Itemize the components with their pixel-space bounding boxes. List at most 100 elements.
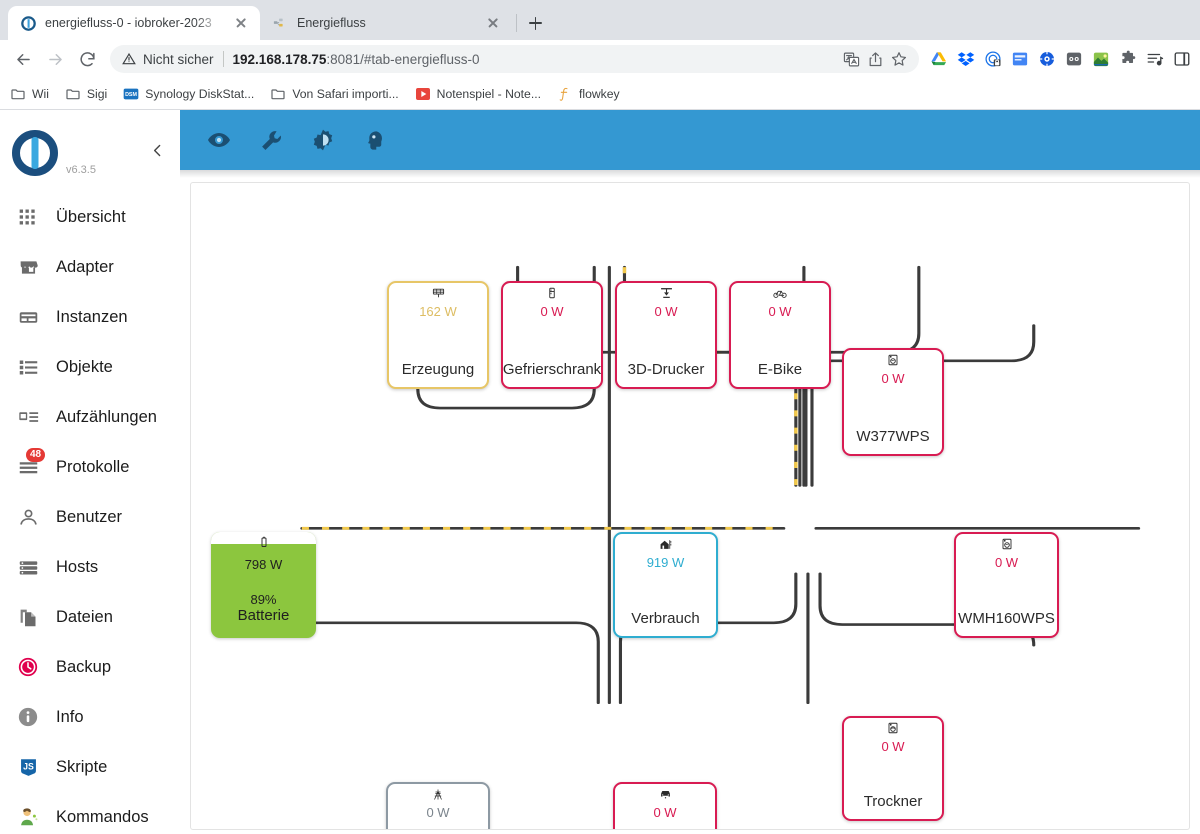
sidebar-item-uebersicht[interactable]: Übersicht [0,192,180,242]
bookmark-item[interactable]: flowkey [557,86,620,102]
dryer-icon [886,721,900,735]
flowkey-icon [557,86,573,102]
node-e-bike[interactable]: 0 W E-Bike [729,281,831,389]
fridge-icon [545,286,559,300]
main-content: .ln { fill:none; stroke:#3b3b3b; stroke-… [180,110,1200,834]
sidebar-item-adapter[interactable]: Adapter [0,242,180,292]
sidebar-brand: v6.3.5 [0,114,180,192]
new-tab-button[interactable] [521,9,549,37]
solar-panel-icon [431,286,445,300]
reload-icon[interactable] [72,44,102,74]
google-drive-icon[interactable] [929,49,949,69]
node-netz[interactable]: 0 W Netz [386,782,490,829]
energiefluss-toolbar [180,110,1200,170]
bookmark-label: Wii [32,86,49,101]
svg-text:JS: JS [23,761,34,771]
bitwarden-icon[interactable] [1037,49,1057,69]
sidebar-item-kommandos[interactable]: Kommandos [0,792,180,834]
close-icon[interactable] [484,14,502,32]
node-3d-drucker[interactable]: 0 W 3D-Drucker [615,281,717,389]
sidebar-item-label: Info [56,707,84,726]
page-body: v6.3.5 Übersicht Adapter Instanzen Objek… [0,110,1200,834]
chevron-left-icon[interactable] [149,142,166,164]
bookmark-label: Notenspiel - Note... [436,86,541,101]
list-icon [16,355,40,379]
contrast-icon[interactable] [310,127,336,153]
sidebar-item-backup[interactable]: Backup [0,642,180,692]
node-value: 162 W [419,304,457,319]
energyflow-canvas-wrap: .ln { fill:none; stroke:#3b3b3b; stroke-… [190,182,1190,830]
bookmark-star-icon[interactable] [889,49,909,69]
tab-title: Energiefluss [297,16,366,30]
node-verbrauch[interactable]: 919 W Verbrauch [613,532,718,638]
address-bar[interactable]: Nicht sicher 192.168.178.75:8081/#tab-en… [110,45,919,73]
back-icon[interactable] [8,44,38,74]
extensions-puzzle-icon[interactable] [1118,49,1138,69]
pylon-icon [431,787,445,801]
bookmark-item[interactable]: Sigi [65,86,107,102]
sidebar-item-label: Backup [56,657,112,676]
forward-icon[interactable] [40,44,70,74]
washer-icon [1000,537,1014,551]
url-path: :8081/#tab-energiefluss-0 [326,51,480,67]
bookmarks-bar: Wii Sigi DSM Synology DiskStat... Von Sa… [0,78,1200,110]
store-icon [16,255,40,279]
sidebar-item-info[interactable]: Info [0,692,180,742]
node-w377wps[interactable]: 0 W W377WPS [842,348,944,456]
node-gefrierschrank[interactable]: 0 W Gefrierschrank [501,281,603,389]
node-label-text: Batterie [237,607,290,624]
sidebar-item-hosts[interactable]: Hosts [0,542,180,592]
node-label: W377WPS [856,428,930,445]
node-value: 0 W [653,805,677,820]
goodreads-icon[interactable] [1064,49,1084,69]
extensions-toolbar [927,49,1192,69]
translate-icon[interactable] [841,49,861,69]
bookmark-item[interactable]: Notenspiel - Note... [415,86,541,102]
bookmark-item[interactable]: DSM Synology DiskStat... [123,86,254,102]
commands-icon [16,805,40,829]
dropbox-icon[interactable] [956,49,976,69]
node-batterie[interactable]: 798 W 89% Batterie [211,532,316,638]
folder-icon [10,86,26,102]
energyflow-canvas[interactable]: .ln { fill:none; stroke:#3b3b3b; stroke-… [190,182,1190,830]
node-label: Erzeugung [401,361,475,378]
url-host: 192.168.178.75 [232,51,327,67]
side-panel-icon[interactable] [1172,49,1192,69]
privacy-badger-icon[interactable] [983,49,1003,69]
share-icon[interactable] [865,49,885,69]
bookmark-item[interactable]: Von Safari importi... [270,86,399,102]
reading-list-icon[interactable] [1145,49,1165,69]
sidebar-item-objekte[interactable]: Objekte [0,342,180,392]
head-icon[interactable] [362,127,388,153]
browser-tab-inactive[interactable]: Energiefluss [260,6,512,40]
node-label: Verbrauch [631,610,700,627]
sidebar: v6.3.5 Übersicht Adapter Instanzen Objek… [0,110,180,834]
wrench-icon[interactable] [258,127,284,153]
instances-icon [16,305,40,329]
browser-window: energiefluss-0 - iobroker-2023 Energiefl… [0,0,1200,834]
iobroker-icon [20,15,36,31]
sidebar-item-protokolle[interactable]: 48 Protokolle [0,442,180,492]
node-wmh160wps[interactable]: 0 W WMH160WPS [954,532,1059,638]
eye-icon[interactable] [206,127,232,153]
node-trockner[interactable]: 0 W Trockner [842,716,944,821]
bookmark-item[interactable]: Wii [10,86,49,102]
node-erzeugung[interactable]: 162 W Erzeugung [387,281,489,389]
browser-tab-active[interactable]: energiefluss-0 - iobroker-2023 [8,6,260,40]
printer-3d-icon [659,286,673,300]
node-value: 798 W [244,557,283,572]
sidebar-item-aufzaehlungen[interactable]: Aufzählungen [0,392,180,442]
sidebar-item-label: Skripte [56,757,108,776]
sidebar-item-instanzen[interactable]: Instanzen [0,292,180,342]
node-value: 0 W [654,304,678,319]
sidebar-item-skripte[interactable]: JS Skripte [0,742,180,792]
sidebar-item-dateien[interactable]: Dateien [0,592,180,642]
landscape-icon[interactable] [1091,49,1111,69]
pocket-icon[interactable] [1010,49,1030,69]
tab-title: energiefluss-0 - iobroker-2023 [45,16,212,30]
close-icon[interactable] [232,14,250,32]
sidebar-item-benutzer[interactable]: Benutzer [0,492,180,542]
enums-icon [16,405,40,429]
node-zappi-wallbox[interactable]: 0 W ZappiWallbox [613,782,717,829]
sidebar-item-label: Kommandos [56,807,149,826]
